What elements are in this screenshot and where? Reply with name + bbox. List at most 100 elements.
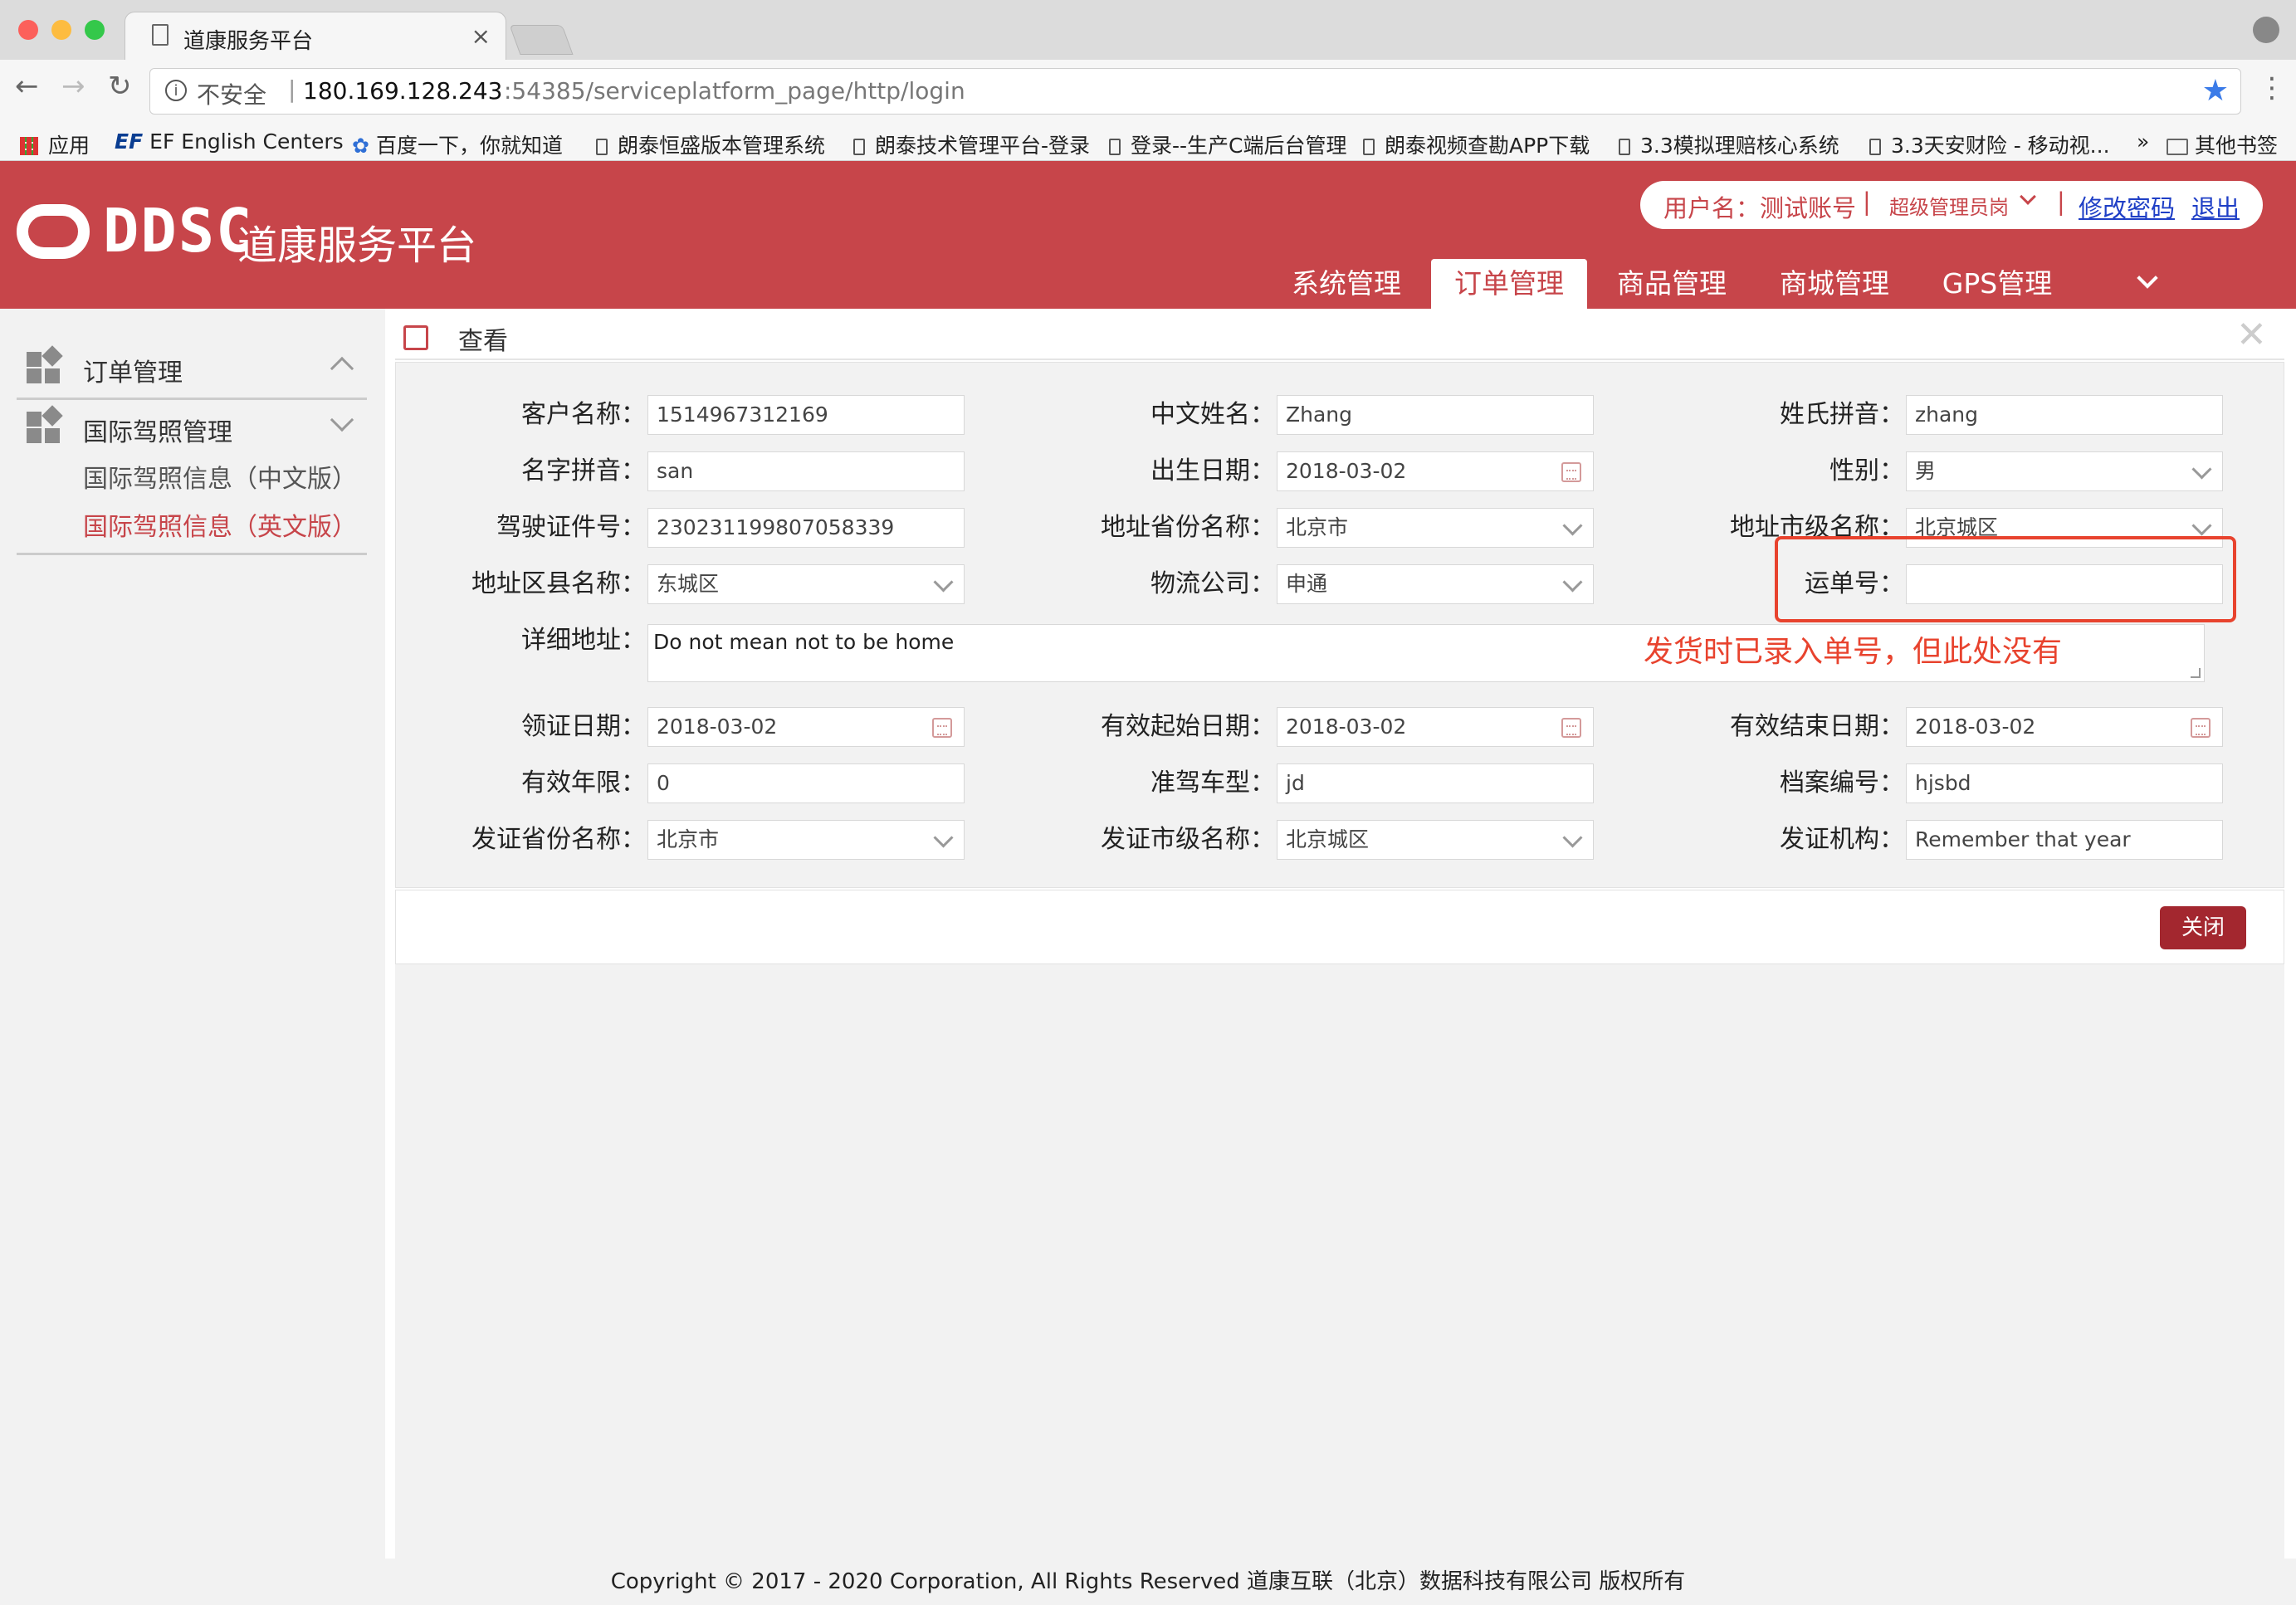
annotation-highlight-box <box>1775 536 2236 622</box>
browser-menu-icon[interactable]: ⋮ <box>2258 71 2286 105</box>
sidebar <box>0 309 385 1559</box>
gender-select[interactable]: 男 <box>1906 451 2223 491</box>
page-icon <box>1109 139 1121 155</box>
nav-products[interactable]: 商品管理 <box>1602 259 1742 309</box>
bookmark-version[interactable]: 朗泰恒盛版本管理系统 <box>596 129 825 159</box>
address-bar[interactable]: i 不安全 | 180.169.128.243 :54385/servicepl… <box>149 68 2241 115</box>
bookmark-video[interactable]: 朗泰视频查勘APP下载 <box>1363 129 1590 159</box>
nav-orders[interactable]: 订单管理 <box>1431 259 1587 309</box>
valid-years-field[interactable]: 0 <box>647 763 965 803</box>
apps-grid-icon <box>20 137 38 155</box>
issue-date-label: 领证日期： <box>521 712 646 741</box>
address-label: 详细地址： <box>521 626 646 655</box>
bookmark-claims[interactable]: 3.3模拟理赔核心系统 <box>1619 129 1839 159</box>
calendar-icon[interactable] <box>2191 718 2211 738</box>
change-password-link[interactable]: 修改密码 <box>2079 189 2175 224</box>
role-chevron-down-icon[interactable] <box>2020 188 2036 205</box>
sidebar-divider <box>17 553 367 555</box>
file-no-field[interactable]: hjsbd <box>1906 763 2223 803</box>
tab-title: 道康服务平台 <box>183 29 314 54</box>
url-host: 180.169.128.243 <box>303 77 503 105</box>
sidebar-divider <box>17 398 367 400</box>
logo-ring-icon <box>17 204 90 259</box>
vehicle-type-field[interactable]: jd <box>1277 763 1594 803</box>
file-no-label: 档案编号： <box>1780 768 1904 798</box>
page-icon <box>853 139 865 155</box>
page-icon <box>1363 139 1375 155</box>
chinese-name-field[interactable]: Zhang <box>1277 395 1594 435</box>
issuer-field[interactable]: Remember that year <box>1906 820 2223 860</box>
surname-pinyin-label: 姓氏拼音： <box>1780 400 1904 429</box>
chinese-name-label: 中文姓名： <box>1150 400 1275 429</box>
ef-logo-icon: EF <box>115 129 144 154</box>
role-select[interactable]: 超级管理员岗 <box>1889 191 2009 220</box>
close-tab-icon[interactable]: × <box>471 22 491 50</box>
module-grid-icon <box>27 345 63 383</box>
issue-province-label: 发证省份名称： <box>471 825 646 854</box>
issue-city-label: 发证市级名称： <box>1101 825 1275 854</box>
nav-system[interactable]: 系统管理 <box>1277 259 1416 309</box>
resize-handle-icon[interactable] <box>2191 668 2201 678</box>
issue-date-field[interactable]: 2018-03-02 <box>647 707 965 747</box>
bookmark-other[interactable]: 其他书签 <box>2167 129 2278 159</box>
calendar-icon[interactable] <box>932 718 952 738</box>
chevron-down-icon <box>1562 572 1583 593</box>
annotation-note: 发货时已录入单号，但此处没有 <box>1644 635 2063 669</box>
bookmark-tianan[interactable]: 3.3天安财险 - 移动视... <box>1869 129 2110 159</box>
bookmark-ef[interactable]: EF EF English Centers <box>115 129 344 154</box>
valid-start-label: 有效起始日期： <box>1101 712 1275 741</box>
sidebar-item-license-cn[interactable]: 国际驾照信息（中文版） <box>83 458 357 495</box>
nav-gps[interactable]: GPS管理 <box>1927 259 2067 309</box>
back-icon[interactable]: ← <box>15 70 39 103</box>
bookmark-apps[interactable]: 应用 <box>20 129 90 159</box>
license-no-field[interactable]: 230231199807058339 <box>647 508 965 548</box>
chevron-down-icon <box>2191 515 2212 536</box>
district-select[interactable]: 东城区 <box>647 564 965 604</box>
browser-tab[interactable]: 道康服务平台 × <box>125 12 506 60</box>
bookmark-baidu[interactable]: ✿ 百度一下，你就知道 <box>352 129 563 159</box>
birth-date-field[interactable]: 2018-03-02 <box>1277 451 1594 491</box>
logout-link[interactable]: 退出 <box>2191 189 2240 224</box>
sidebar-group-orders[interactable]: 订单管理 <box>83 352 183 388</box>
valid-start-field[interactable]: 2018-03-02 <box>1277 707 1594 747</box>
issue-city-select[interactable]: 北京城区 <box>1277 820 1594 860</box>
maximize-window-icon[interactable] <box>85 20 105 40</box>
calendar-icon[interactable] <box>1561 718 1581 738</box>
bookmarks-more[interactable]: » <box>2137 129 2149 154</box>
calendar-icon[interactable] <box>1561 462 1581 482</box>
forward-icon[interactable]: → <box>61 70 85 103</box>
username-label: 用户名：测试账号 <box>1663 194 1857 222</box>
sidebar-item-license-en[interactable]: 国际驾照信息（英文版） <box>83 506 357 543</box>
bookmark-prod[interactable]: 登录--生产C端后台管理 <box>1109 129 1347 159</box>
logistics-select[interactable]: 申通 <box>1277 564 1594 604</box>
close-button[interactable]: 关闭 <box>2160 906 2246 949</box>
bookmark-star-icon[interactable]: ★ <box>2202 74 2229 108</box>
profile-icon[interactable] <box>2253 17 2279 43</box>
valid-end-field[interactable]: 2018-03-02 <box>1906 707 2223 747</box>
new-tab-button[interactable] <box>509 25 574 55</box>
issue-province-select[interactable]: 北京市 <box>647 820 965 860</box>
gender-label: 性别： <box>1829 456 1904 485</box>
close-panel-icon[interactable]: ✕ <box>2236 317 2267 354</box>
chevron-down-icon <box>933 827 954 848</box>
bookmark-tech[interactable]: 朗泰技术管理平台-登录 <box>853 129 1090 159</box>
close-window-icon[interactable] <box>18 20 38 40</box>
surname-pinyin-field[interactable]: zhang <box>1906 395 2223 435</box>
customer-name-field[interactable]: 1514967312169 <box>647 395 965 435</box>
panel-header <box>395 309 2284 360</box>
province-select[interactable]: 北京市 <box>1277 508 1594 548</box>
sidebar-group-license[interactable]: 国际驾照管理 <box>83 412 232 448</box>
reload-icon[interactable]: ↻ <box>108 70 132 103</box>
logo-text: DDSC <box>103 196 254 266</box>
baidu-paw-icon: ✿ <box>352 134 369 158</box>
chevron-down-icon <box>1562 515 1583 536</box>
minimize-window-icon[interactable] <box>51 20 71 40</box>
license-no-label: 驾驶证件号： <box>496 513 646 542</box>
page-icon <box>1619 139 1630 155</box>
info-icon[interactable]: i <box>165 80 187 101</box>
name-pinyin-field[interactable]: san <box>647 451 965 491</box>
issuer-label: 发证机构： <box>1780 825 1904 854</box>
user-separator: | <box>1863 188 1871 216</box>
nav-mall[interactable]: 商城管理 <box>1765 259 1904 309</box>
view-panel-icon <box>403 325 428 350</box>
